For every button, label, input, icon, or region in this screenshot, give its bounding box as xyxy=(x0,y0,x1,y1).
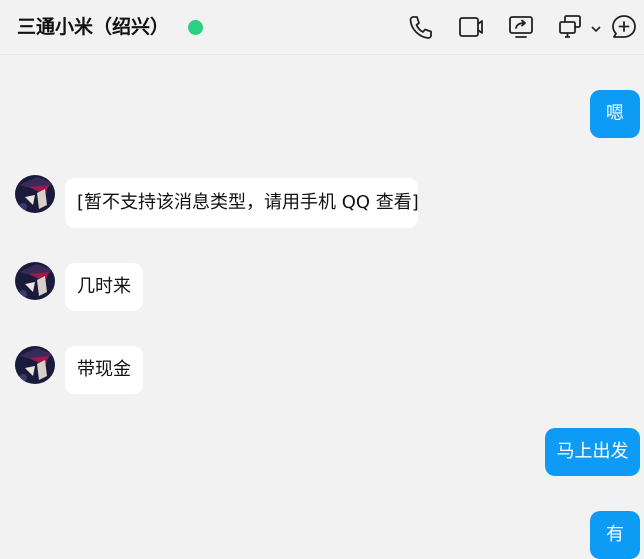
message-bubble-incoming[interactable]: 带现金 xyxy=(65,346,143,394)
phone-icon[interactable] xyxy=(406,12,436,42)
message-bubble-outgoing[interactable]: 有 xyxy=(590,511,640,559)
message-bubble-outgoing[interactable]: 嗯 xyxy=(590,90,640,138)
message-bubble-incoming[interactable]: [暂不支持该消息类型，请用手机 QQ 查看] xyxy=(65,178,419,228)
chevron-down-icon[interactable] xyxy=(590,20,602,33)
avatar[interactable] xyxy=(15,175,55,213)
avatar[interactable] xyxy=(15,346,55,384)
online-status-icon xyxy=(188,20,203,35)
screen-share-icon[interactable] xyxy=(506,12,536,42)
remote-desktop-icon[interactable] xyxy=(556,12,586,42)
add-circle-icon[interactable] xyxy=(609,12,639,42)
message-bubble-incoming[interactable]: 几时来 xyxy=(65,263,143,311)
video-call-icon[interactable] xyxy=(456,12,486,42)
avatar[interactable] xyxy=(15,262,55,300)
message-bubble-outgoing[interactable]: 马上出发 xyxy=(545,428,640,476)
chat-title: 三通小米（绍兴） xyxy=(17,16,170,38)
chat-header: 三通小米（绍兴） xyxy=(0,0,644,55)
